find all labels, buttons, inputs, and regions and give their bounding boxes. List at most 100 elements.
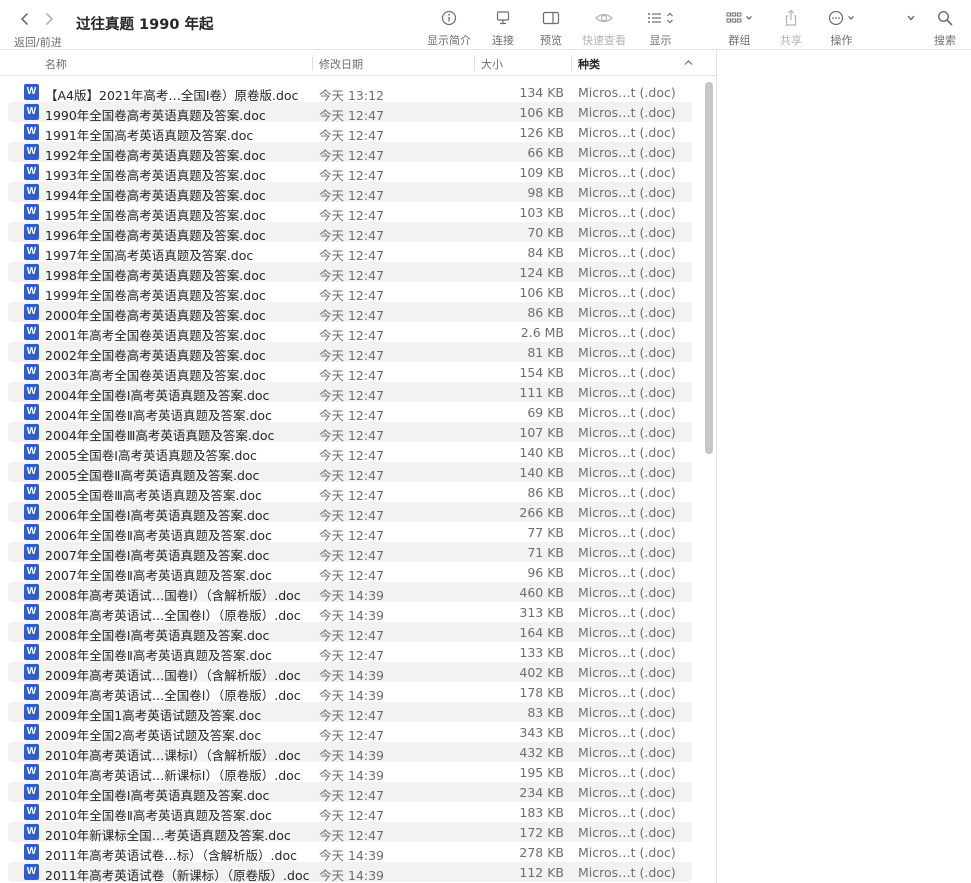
- file-row[interactable]: W 2007年全国卷Ⅰ高考英语真题及答案.doc 今天 12:47 71 KB Micr…: [8, 542, 692, 563]
- file-row[interactable]: W 2010年全国卷Ⅱ高考英语真题及答案.doc 今天 12:47 183 KB Mic…: [8, 802, 692, 823]
- preview-button[interactable]: 预览: [540, 8, 562, 48]
- word-document-icon: W: [24, 644, 39, 660]
- file-row[interactable]: W 1992年全国卷高考英语真题及答案.doc 今天 12:47 66 KB Micro…: [8, 142, 692, 163]
- file-row[interactable]: W 1996年全国卷高考英语真题及答案.doc 今天 12:47 70 KB Micro…: [8, 222, 692, 243]
- file-row[interactable]: W 2009年全国2高考英语试题及答案.doc 今天 12:47 343 KB Micr…: [8, 722, 692, 743]
- get-info-button[interactable]: 显示简介: [427, 8, 471, 48]
- word-document-icon: W: [24, 524, 39, 540]
- file-size: 70 KB: [527, 225, 564, 240]
- file-row[interactable]: W 2002年全国卷高考英语真题及答案.doc 今天 12:47 81 KB Micro…: [8, 342, 692, 363]
- file-row[interactable]: W 1995年全国卷高考英语真题及答案.doc 今天 12:47 103 KB Micr…: [8, 202, 692, 223]
- file-row[interactable]: W 2004年全国卷Ⅰ高考英语真题及答案.doc 今天 12:47 111 KB Mic…: [8, 382, 692, 403]
- file-row[interactable]: W 2009年全国1高考英语试题及答案.doc 今天 12:47 83 KB Micro…: [8, 702, 692, 723]
- file-row[interactable]: W 2011年高考英语试卷（新课标）（原卷版）.doc 今天 14:39 112 KB…: [8, 862, 692, 883]
- file-row[interactable]: W 2009年高考英语试…全国卷Ⅰ）（原卷版）.doc 今天 14:39 178 KB…: [8, 682, 692, 703]
- action-label: 操作: [830, 34, 853, 47]
- file-row[interactable]: W 2006年全国卷Ⅰ高考英语真题及答案.doc 今天 12:47 266 KB Mic…: [8, 502, 692, 523]
- file-row[interactable]: W 1998年全国卷高考英语真题及答案.doc 今天 12:47 124 KB Micr…: [8, 262, 692, 283]
- file-size: 266 KB: [519, 505, 564, 520]
- back-button[interactable]: [20, 12, 30, 26]
- file-kind: Micros…t (.doc): [578, 485, 676, 500]
- file-row[interactable]: W 2010年全国卷Ⅰ高考英语真题及答案.doc 今天 12:47 234 KB Mic…: [8, 782, 692, 803]
- file-kind: Micros…t (.doc): [578, 85, 676, 100]
- file-row[interactable]: W 2008年全国卷Ⅱ高考英语真题及答案.doc 今天 12:47 133 KB Mic…: [8, 642, 692, 663]
- scrollbar-thumb[interactable]: [705, 82, 713, 454]
- share-button[interactable]: 共享: [780, 8, 802, 48]
- word-document-icon: W: [24, 484, 39, 500]
- column-date-header[interactable]: 修改日期: [319, 56, 363, 72]
- file-row[interactable]: W 2004年全国卷Ⅱ高考英语真题及答案.doc 今天 12:47 69 KB Micr…: [8, 402, 692, 423]
- file-row[interactable]: W 1991年全国高考英语真题及答案.doc 今天 12:47 126 KB Micro…: [8, 122, 692, 143]
- file-kind: Micros…t (.doc): [578, 225, 676, 240]
- preview-pane-divider[interactable]: [716, 50, 717, 883]
- file-row[interactable]: W 2004年全国卷Ⅲ高考英语真题及答案.doc 今天 12:47 107 KB Mic…: [8, 422, 692, 443]
- word-document-icon: W: [24, 564, 39, 580]
- search-label: 搜索: [934, 34, 956, 47]
- column-divider[interactable]: [474, 55, 475, 71]
- file-row[interactable]: W 1990年全国卷高考英语真题及答案.doc 今天 12:47 106 KB Micr…: [8, 102, 692, 123]
- file-size: 109 KB: [519, 165, 564, 180]
- search-button[interactable]: 搜索: [934, 8, 956, 48]
- word-document-icon: W: [24, 724, 39, 740]
- file-row[interactable]: W 2010年高考英语试…课标Ⅰ）（含解析版）.doc 今天 14:39 432 KB…: [8, 742, 692, 763]
- file-kind: Micros…t (.doc): [578, 445, 676, 460]
- word-document-icon: W: [24, 624, 39, 640]
- column-size-header[interactable]: 大小: [481, 56, 503, 72]
- word-document-icon: W: [24, 824, 39, 840]
- file-row[interactable]: W 2008年全国卷Ⅰ高考英语真题及答案.doc 今天 12:47 164 KB Mic…: [8, 622, 692, 643]
- column-kind-header[interactable]: 种类: [578, 56, 600, 72]
- file-row[interactable]: W 2009年高考英语试…国卷Ⅰ）（含解析版）.doc 今天 14:39 402 KB…: [8, 662, 692, 683]
- file-size: 2.6 MB: [520, 325, 564, 340]
- file-row[interactable]: W 1993年全国卷高考英语真题及答案.doc 今天 12:47 109 KB Micr…: [8, 162, 692, 183]
- file-row[interactable]: W 2001年高考全国卷英语真题及答案.doc 今天 12:47 2.6 MB Micr…: [8, 322, 692, 343]
- more-toolbar-button[interactable]: [906, 13, 916, 23]
- action-button[interactable]: 操作: [828, 8, 855, 48]
- file-row[interactable]: W 2005全国卷Ⅱ高考英语真题及答案.doc 今天 12:47 140 KB Micr…: [8, 462, 692, 483]
- word-document-icon: W: [24, 804, 39, 820]
- word-document-icon: W: [24, 344, 39, 360]
- file-size: 103 KB: [519, 205, 564, 220]
- file-kind: Micros…t (.doc): [578, 405, 676, 420]
- file-row[interactable]: W 2008年高考英语试…全国卷Ⅰ）（原卷版）.doc 今天 14:39 313 KB…: [8, 602, 692, 623]
- file-row[interactable]: W 2008年高考英语试…国卷Ⅰ）（含解析版）.doc 今天 14:39 460 KB…: [8, 582, 692, 603]
- file-kind: Micros…t (.doc): [578, 585, 676, 600]
- file-size: 106 KB: [519, 105, 564, 120]
- file-row[interactable]: W 2006年全国卷Ⅱ高考英语真题及答案.doc 今天 12:47 77 KB Micr…: [8, 522, 692, 543]
- connect-button[interactable]: 连接: [492, 8, 514, 48]
- file-row[interactable]: W 【A4版】2021年高考…全国Ⅰ卷）原卷版.doc 今天 13:12 134 KB…: [8, 82, 692, 103]
- finder-toolbar: 返回/前进 过往真题 1990 年起 显示简介 连接 预览 快速查看 显示 群组…: [0, 0, 971, 50]
- word-document-icon: W: [24, 784, 39, 800]
- file-row[interactable]: W 2000年全国卷高考英语真题及答案.doc 今天 12:47 86 KB Micro…: [8, 302, 692, 323]
- forward-button[interactable]: [44, 12, 54, 26]
- quicklook-button[interactable]: 快速查看: [582, 8, 626, 48]
- file-row[interactable]: W 2005全国卷Ⅰ高考英语真题及答案.doc 今天 12:47 140 KB Micr…: [8, 442, 692, 463]
- column-divider[interactable]: [571, 55, 572, 71]
- file-row[interactable]: W 2010年新课标全国…考英语真题及答案.doc 今天 12:47 172 KB Mi…: [8, 822, 692, 843]
- column-divider[interactable]: [312, 55, 313, 71]
- file-size: 126 KB: [519, 125, 564, 140]
- file-row[interactable]: W 1997年全国高考英语真题及答案.doc 今天 12:47 84 KB Micros…: [8, 242, 692, 263]
- word-document-icon: W: [24, 84, 39, 100]
- file-row[interactable]: W 2010年高考英语试…新课标Ⅰ）（原卷版）.doc 今天 14:39 195 KB…: [8, 762, 692, 783]
- word-document-icon: W: [24, 764, 39, 780]
- file-row[interactable]: W 2003年高考全国卷英语真题及答案.doc 今天 12:47 154 KB Micr…: [8, 362, 692, 383]
- column-name-header[interactable]: 名称: [45, 56, 67, 72]
- file-size: 111 KB: [519, 385, 564, 400]
- word-document-icon: W: [24, 864, 39, 880]
- file-name: 2011年高考英语试卷（新课标）（原卷版）.doc: [45, 868, 310, 883]
- file-kind: Micros…t (.doc): [578, 145, 676, 160]
- file-kind: Micros…t (.doc): [578, 785, 676, 800]
- file-row[interactable]: W 2005全国卷Ⅲ高考英语真题及答案.doc 今天 12:47 86 KB Micro…: [8, 482, 692, 503]
- file-row[interactable]: W 1994年全国卷高考英语真题及答案.doc 今天 12:47 98 KB Micro…: [8, 182, 692, 203]
- file-kind: Micros…t (.doc): [578, 425, 676, 440]
- file-size: 66 KB: [527, 145, 564, 160]
- group-button[interactable]: 群组: [726, 8, 753, 48]
- file-row[interactable]: W 2011年高考英语试卷…标）（含解析版）.doc 今天 14:39 278 KB M…: [8, 842, 692, 863]
- word-document-icon: W: [24, 744, 39, 760]
- view-options-button[interactable]: 显示: [647, 8, 674, 48]
- word-document-icon: W: [24, 444, 39, 460]
- file-row[interactable]: W 2007年全国卷Ⅱ高考英语真题及答案.doc 今天 12:47 96 KB Micr…: [8, 562, 692, 583]
- file-size: 164 KB: [519, 625, 564, 640]
- info-icon: [441, 10, 457, 26]
- file-row[interactable]: W 1999年全国卷高考英语真题及答案.doc 今天 12:47 106 KB Micr…: [8, 282, 692, 303]
